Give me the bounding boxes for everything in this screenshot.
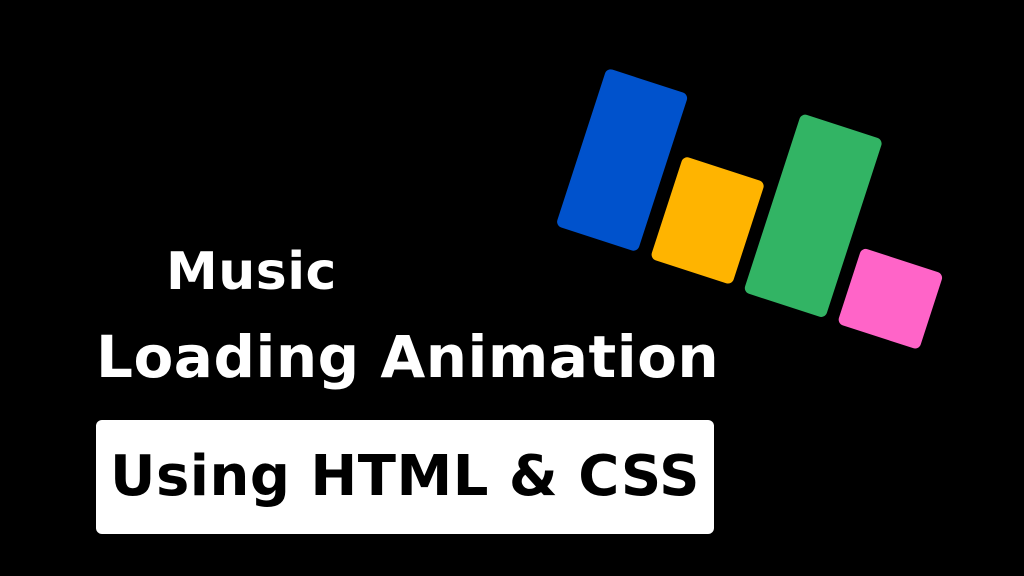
tech-badge-label: Using HTML & CSS bbox=[109, 444, 701, 509]
loader-bar-pink bbox=[838, 248, 943, 349]
loader-bar-yellow bbox=[651, 157, 764, 284]
thumbnail-canvas: Music Loading Animation Using HTML & CSS bbox=[0, 0, 1024, 576]
title-line-music: Music bbox=[166, 242, 337, 302]
title-line-loading-animation: Loading Animation bbox=[96, 323, 720, 391]
tech-badge: Using HTML & CSS bbox=[96, 420, 714, 534]
